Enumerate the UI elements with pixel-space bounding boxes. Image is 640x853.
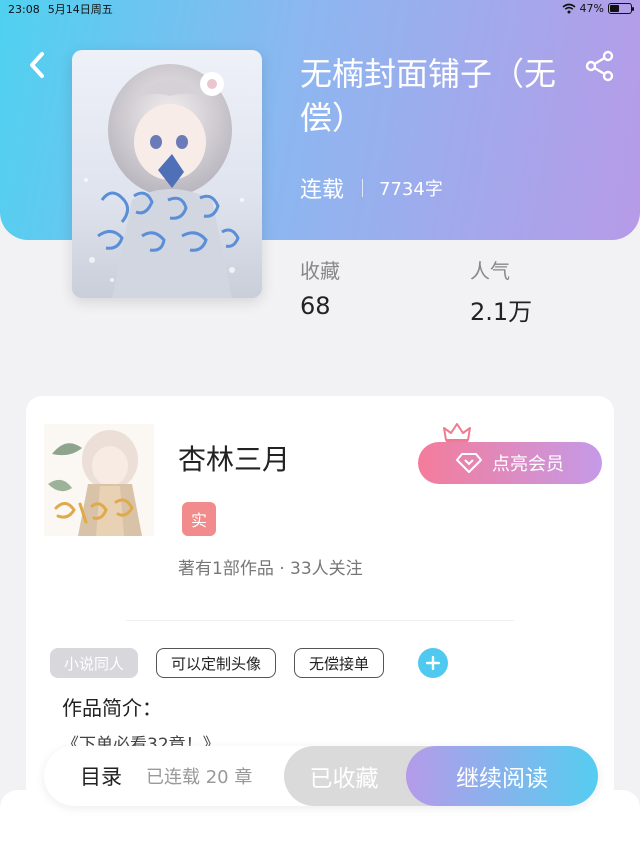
plus-icon xyxy=(426,656,441,670)
intro-title: 作品简介： xyxy=(62,696,162,720)
continue-reading-label: 继续阅读 xyxy=(456,766,548,792)
intro-text: 《下单必看32章！》 xyxy=(62,735,220,746)
author-avatar[interactable] xyxy=(44,424,154,536)
book-meta-row: 连载 7734字 xyxy=(300,172,443,204)
favorites-value: 68 xyxy=(300,292,331,320)
toc-label: 目录 xyxy=(80,765,122,789)
add-tag-button[interactable] xyxy=(418,648,449,678)
popularity-stat: 人气 2.1万 xyxy=(470,255,532,327)
bottom-action-bar: 目录 已连载 20 章 已收藏 继续阅读 xyxy=(44,746,598,806)
status-time: 23:08 xyxy=(8,2,40,16)
battery-percent: 47% xyxy=(579,2,604,15)
author-meta: 著有1部作品 · 33人关注 xyxy=(178,559,363,579)
word-count: 7734字 xyxy=(379,179,443,200)
status-date: 5月14日周五 xyxy=(47,3,113,16)
tag-list: 小说同人 可以定制头像 无偿接单 xyxy=(50,648,449,678)
book-title: 无楠封面铺子（无偿） xyxy=(300,55,557,137)
popularity-label: 人气 xyxy=(470,259,510,283)
book-cover-image[interactable] xyxy=(72,50,262,298)
tag-novel-fanfic[interactable]: 小说同人 xyxy=(50,648,139,678)
collected-label: 已收藏 xyxy=(309,766,379,792)
table-of-contents-button[interactable]: 目录 已连载 20 章 xyxy=(80,746,252,806)
member-button-label: 点亮会员 xyxy=(492,454,564,475)
battery-icon xyxy=(608,3,634,14)
wifi-icon xyxy=(562,3,576,14)
chevron-left-icon xyxy=(30,52,44,78)
meta-divider xyxy=(362,179,364,197)
favorites-stat: 收藏 68 xyxy=(300,255,340,320)
share-icon xyxy=(585,50,614,82)
tag-custom-avatar[interactable]: 可以定制头像 xyxy=(156,648,277,678)
favorites-label: 收藏 xyxy=(300,259,340,283)
continue-reading-button[interactable]: 继续阅读 xyxy=(406,746,598,806)
battery-level xyxy=(610,5,620,12)
tag-free-orders[interactable]: 无偿接单 xyxy=(294,648,385,678)
status-right: 47% xyxy=(562,2,634,15)
divider xyxy=(126,620,514,621)
chapter-count: 已连载 20 章 xyxy=(146,767,253,788)
diamond-icon xyxy=(456,453,482,473)
activate-membership-button[interactable]: 点亮会员 xyxy=(418,442,602,484)
share-button[interactable] xyxy=(584,50,616,82)
verified-badge: 实 xyxy=(182,502,216,536)
popularity-value: 2.1万 xyxy=(470,298,533,326)
serial-status: 连载 xyxy=(300,178,345,203)
author-name[interactable]: 杏林三月 xyxy=(178,438,290,478)
status-bar: 23:08 5月14日周五 47% xyxy=(0,0,640,18)
back-button[interactable] xyxy=(22,48,52,82)
crown-icon xyxy=(443,423,471,443)
